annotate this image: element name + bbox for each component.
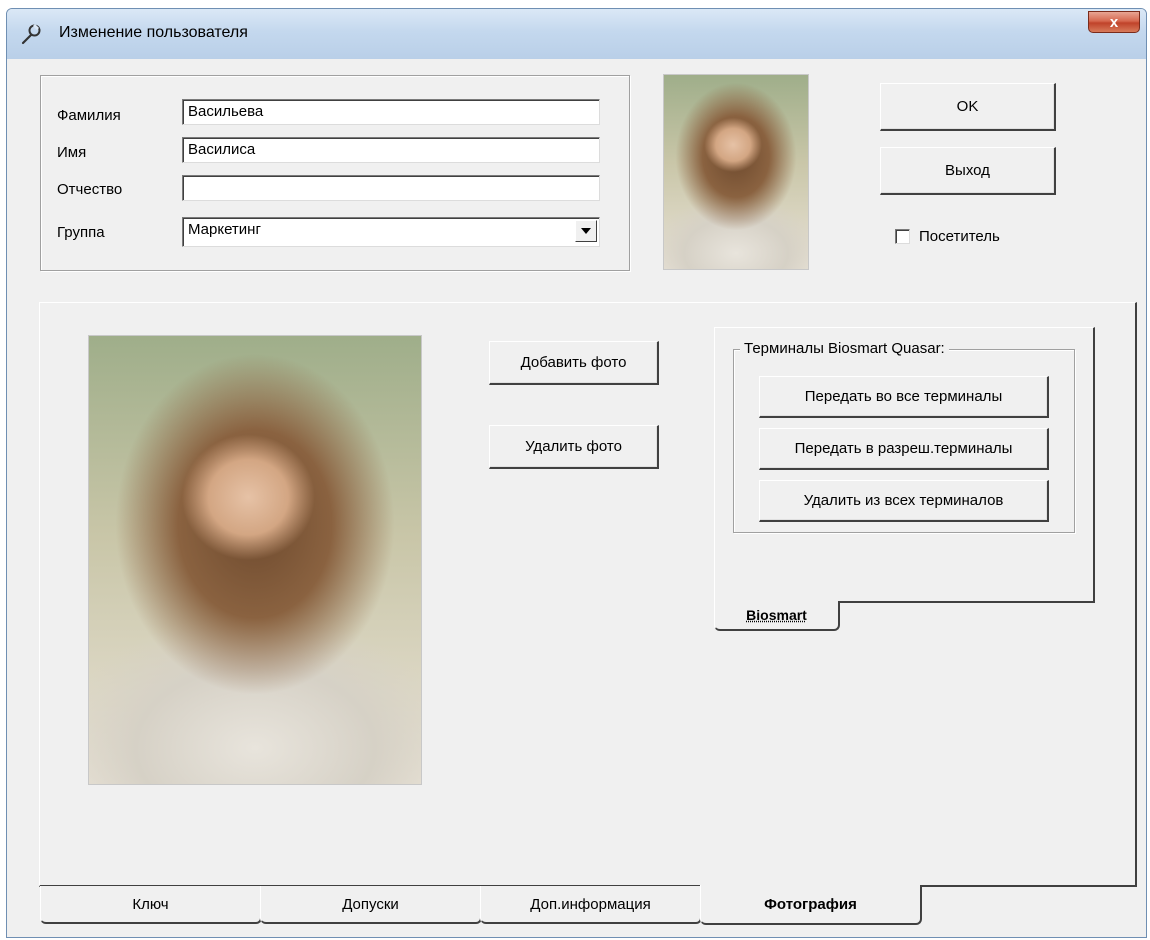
user-edit-window: Изменение пользователя x Фамилия Василье…	[6, 8, 1147, 938]
middlename-label: Отчество	[57, 181, 123, 198]
lastname-input[interactable]: Васильева	[182, 99, 600, 125]
close-icon: x	[1109, 13, 1119, 31]
visitor-label: Посетитель	[919, 228, 1000, 245]
biosmart-tab-page: Терминалы Biosmart Quasar: Передать во в…	[714, 327, 1095, 603]
firstname-input[interactable]: Василиса	[182, 137, 600, 163]
photo-large	[88, 335, 422, 785]
biosmart-terminals-group: Терминалы Biosmart Quasar: Передать во в…	[733, 340, 1075, 533]
group-label: Группа	[57, 224, 105, 241]
ok-button[interactable]: OK	[880, 83, 1056, 131]
send-all-terminals-button[interactable]: Передать во все терминалы	[759, 376, 1049, 418]
send-allowed-terminals-button[interactable]: Передать в разреш.терминалы	[759, 428, 1049, 470]
add-photo-button[interactable]: Добавить фото	[489, 341, 659, 385]
tab-biosmart[interactable]: Biosmart	[714, 601, 840, 631]
chevron-down-icon[interactable]	[575, 220, 597, 242]
tab-access[interactable]: Допуски	[260, 886, 482, 924]
lastname-label: Фамилия	[57, 107, 121, 124]
group-select-value: Маркетинг	[188, 221, 261, 238]
title-bar: Изменение пользователя x	[7, 9, 1146, 59]
visitor-checkbox[interactable]	[895, 229, 910, 244]
personal-info-group: Фамилия Васильева Имя Василиса Отчество …	[40, 75, 630, 271]
delete-all-terminals-button[interactable]: Удалить из всех терминалов	[759, 480, 1049, 522]
biosmart-group-title: Терминалы Biosmart Quasar:	[740, 340, 949, 357]
photo-thumbnail	[663, 74, 809, 270]
exit-button[interactable]: Выход	[880, 147, 1056, 195]
group-select[interactable]: Маркетинг	[182, 217, 600, 247]
tab-additional-info[interactable]: Доп.информация	[480, 886, 702, 924]
photo-tab-page: Добавить фото Удалить фото Терминалы Bio…	[39, 302, 1137, 887]
wrench-icon	[21, 23, 41, 45]
dialog-client-area: Фамилия Васильева Имя Василиса Отчество …	[7, 59, 1146, 937]
close-button[interactable]: x	[1088, 11, 1140, 33]
middlename-input[interactable]	[182, 175, 600, 201]
tab-key[interactable]: Ключ	[40, 886, 262, 924]
firstname-label: Имя	[57, 144, 87, 161]
delete-photo-button[interactable]: Удалить фото	[489, 425, 659, 469]
window-title: Изменение пользователя	[59, 24, 248, 41]
tab-photo[interactable]: Фотография	[700, 885, 922, 925]
